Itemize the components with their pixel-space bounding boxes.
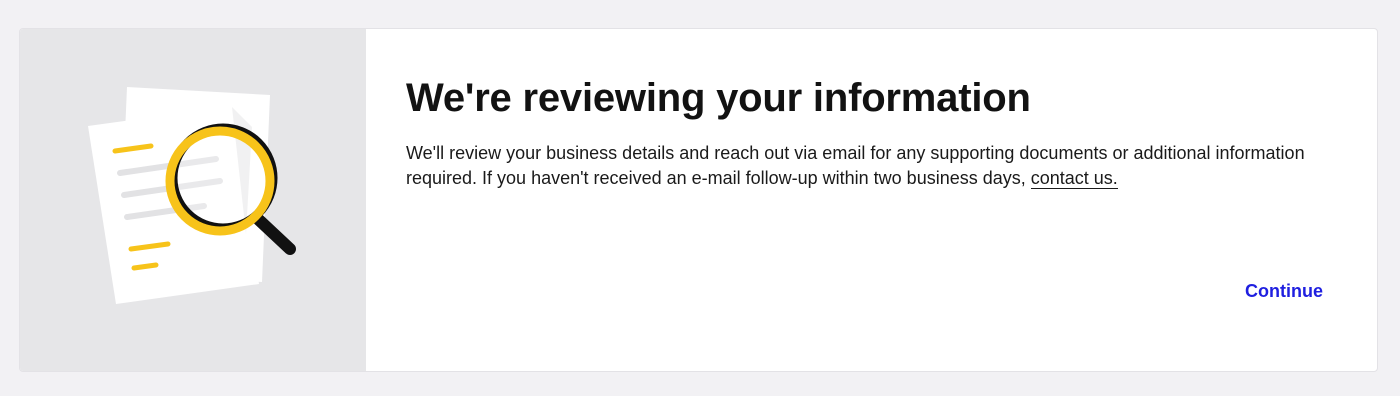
review-dialog-card: We're reviewing your information We'll r… bbox=[19, 28, 1378, 372]
document-magnifier-icon bbox=[88, 87, 296, 304]
accent-line bbox=[131, 262, 159, 271]
dialog-message: We'll review your business details and r… bbox=[406, 141, 1336, 191]
dialog-content: We're reviewing your information We'll r… bbox=[366, 29, 1377, 371]
message-text: We'll review your business details and r… bbox=[406, 143, 1305, 188]
contact-us-link[interactable]: contact us. bbox=[1030, 168, 1118, 189]
continue-button[interactable]: Continue bbox=[1245, 281, 1323, 302]
dialog-title: We're reviewing your information bbox=[406, 76, 1031, 120]
illustration-panel bbox=[20, 29, 366, 371]
